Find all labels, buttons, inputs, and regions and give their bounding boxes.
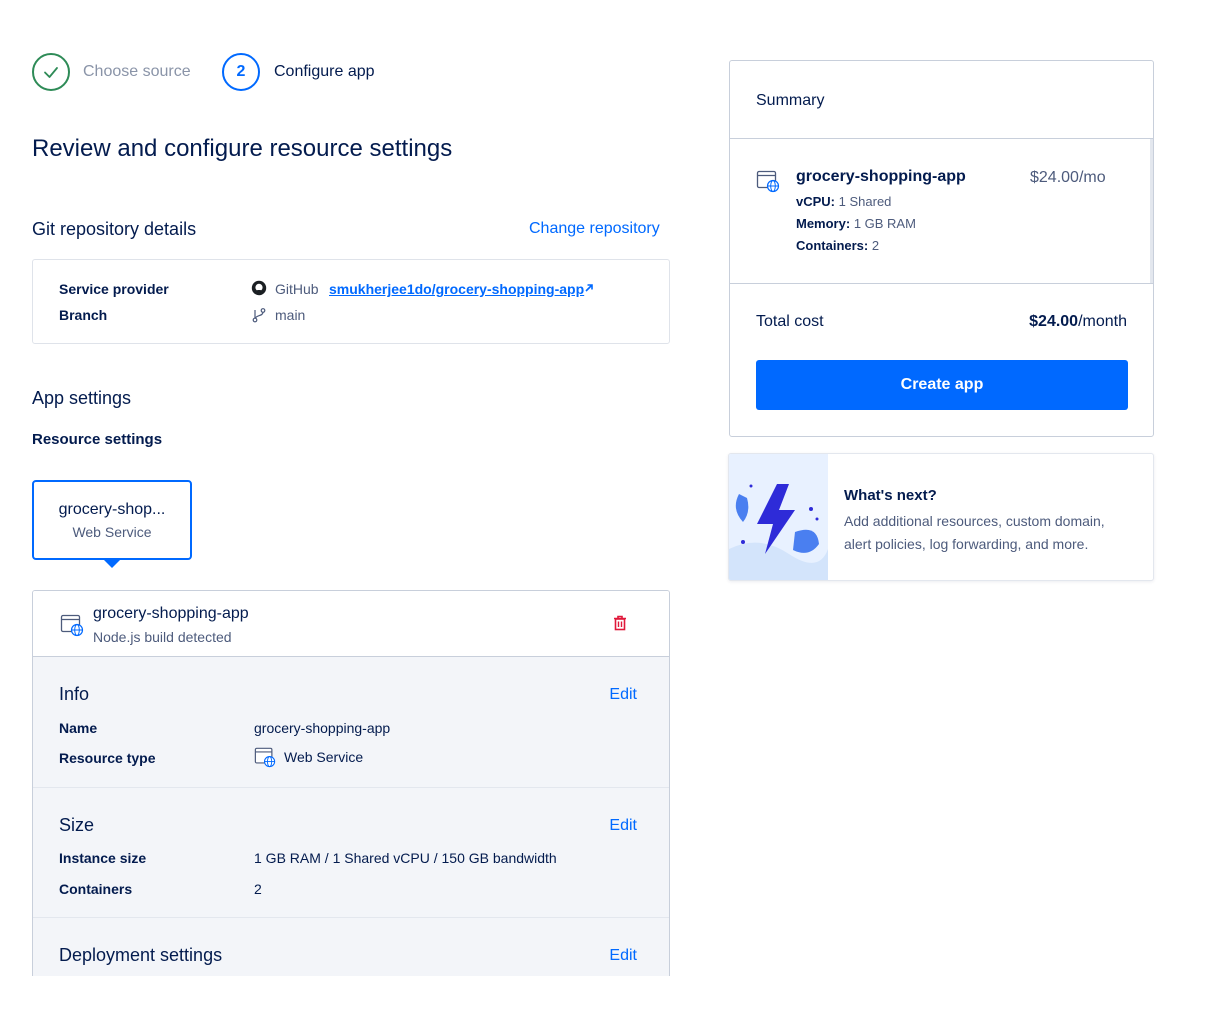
delete-trash-icon[interactable] xyxy=(613,615,627,631)
summary-web-service-icon xyxy=(756,169,780,193)
service-tab-name: grocery-shop... xyxy=(58,501,166,518)
resource-card-header: grocery-shopping-app Node.js build detec… xyxy=(33,591,669,657)
info-title: Info xyxy=(59,684,90,704)
app-settings-title: App settings xyxy=(32,388,132,408)
web-service-icon xyxy=(60,613,84,637)
deployment-edit-link[interactable]: Edit xyxy=(609,947,637,965)
instance-size-label: Instance size xyxy=(59,850,147,866)
whats-next-description: Add additional resources, custom domain,… xyxy=(844,513,1105,552)
memory-label: Memory: xyxy=(796,216,851,231)
info-edit-link[interactable]: Edit xyxy=(609,686,637,704)
vcpu-value: 1 Shared xyxy=(838,194,892,209)
external-link-icon[interactable] xyxy=(584,283,594,293)
summary-memory: Memory: 1 GB RAM xyxy=(796,216,916,231)
summary-containers-label: Containers: xyxy=(796,238,869,253)
name-value: grocery-shopping-app xyxy=(254,720,391,736)
step-complete-check-icon xyxy=(32,53,70,91)
whats-next-title: What's next? xyxy=(844,487,937,504)
branch-name: main xyxy=(275,307,306,323)
step-choose-source[interactable]: Choose source xyxy=(83,63,191,81)
total-amount: $24.00 xyxy=(1029,313,1079,330)
branch-label: Branch xyxy=(59,307,108,323)
service-tab[interactable]: grocery-shop... Web Service xyxy=(32,480,192,560)
provider-name: GitHub xyxy=(275,281,319,297)
summary-scrollbar[interactable] xyxy=(1150,139,1153,283)
web-service-small-icon xyxy=(254,746,276,768)
resource-type-label: Resource type xyxy=(59,750,156,766)
total-cost-value: $24.00/month xyxy=(1029,313,1127,331)
whats-next-illustration xyxy=(729,454,828,580)
git-details-card: Service provider GitHub smukherjee1do/gr… xyxy=(32,259,670,344)
memory-value: 1 GB RAM xyxy=(853,216,916,231)
repository-link[interactable]: smukherjee1do/grocery-shopping-app xyxy=(329,281,584,297)
containers-value: 2 xyxy=(254,881,262,897)
step-configure-app: Configure app xyxy=(274,63,375,80)
summary-item-name: grocery-shopping-app xyxy=(796,168,966,185)
size-title: Size xyxy=(59,815,95,835)
deployment-section: Deployment settings Edit xyxy=(33,918,669,980)
summary-containers: Containers: 2 xyxy=(796,238,879,253)
vcpu-label: vCPU: xyxy=(796,194,836,209)
summary-title: Summary xyxy=(756,92,825,109)
resource-card: grocery-shopping-app Node.js build detec… xyxy=(32,590,670,980)
github-icon xyxy=(251,280,267,296)
summary-items-list: grocery-shopping-app $24.00/mo vCPU: 1 S… xyxy=(730,139,1153,283)
resource-type-value: Web Service xyxy=(284,749,364,765)
total-period: /month xyxy=(1078,313,1127,330)
summary-item-price: $24.00/mo xyxy=(1030,169,1106,186)
total-cost-label: Total cost xyxy=(756,313,824,330)
summary-divider-bottom xyxy=(730,283,1153,284)
step-number-badge: 2 xyxy=(222,53,260,91)
containers-label: Containers xyxy=(59,881,133,897)
page-bottom-fade xyxy=(0,976,1224,1026)
resource-card-body: Info Edit Name grocery-shopping-app Reso… xyxy=(33,657,669,980)
summary-card: Summary grocery-shopping-app $24.00/mo v… xyxy=(729,60,1154,437)
service-provider-label: Service provider xyxy=(59,281,169,297)
resource-settings-title: Resource settings xyxy=(32,431,163,448)
size-edit-link[interactable]: Edit xyxy=(609,817,637,835)
change-repository-link[interactable]: Change repository xyxy=(529,220,660,238)
deployment-title: Deployment settings xyxy=(59,945,223,965)
git-section-title: Git repository details xyxy=(32,219,197,239)
create-app-button[interactable]: Create app xyxy=(756,360,1128,410)
build-detected-text: Node.js build detected xyxy=(93,629,232,645)
branch-icon xyxy=(251,307,267,323)
name-label: Name xyxy=(59,720,98,736)
page-title: Review and configure resource settings xyxy=(32,135,453,162)
summary-containers-value: 2 xyxy=(871,238,880,253)
service-tab-pointer xyxy=(103,559,121,568)
size-section: Size Edit Instance size 1 GB RAM / 1 Sha… xyxy=(33,788,669,918)
whats-next-card: What's next? Add additional resources, c… xyxy=(728,453,1154,581)
service-tab-type: Web Service xyxy=(72,524,152,540)
instance-size-value: 1 GB RAM / 1 Shared vCPU / 150 GB bandwi… xyxy=(254,850,557,866)
info-section: Info Edit Name grocery-shopping-app Reso… xyxy=(33,657,669,788)
summary-vcpu: vCPU: 1 Shared xyxy=(796,194,891,209)
resource-name: grocery-shopping-app xyxy=(93,605,249,622)
